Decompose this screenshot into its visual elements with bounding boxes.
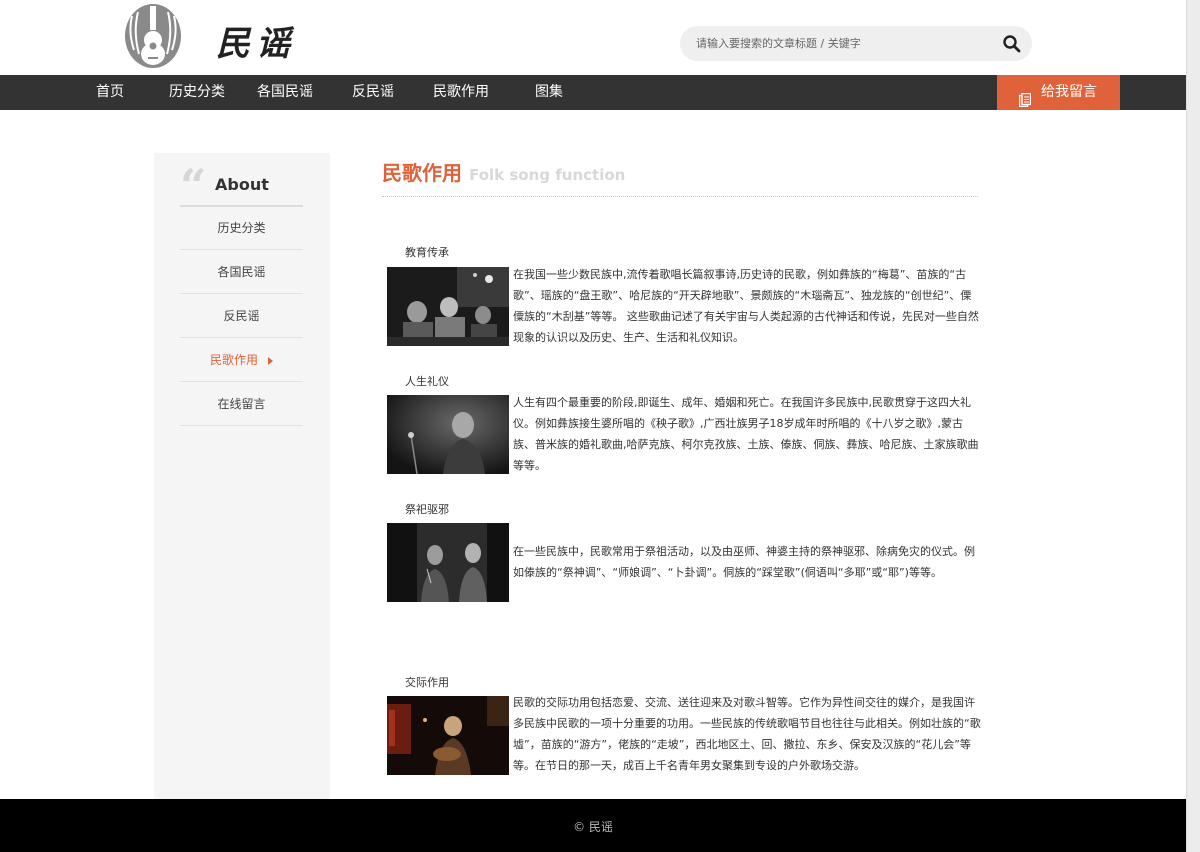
main-nav: 首页 历史分类 各国民谣 反民谣 民歌作用 图集 给我留言 xyxy=(0,75,1186,110)
page-title-en: Folk song function xyxy=(469,166,626,184)
section-text: 人生有四个最重要的阶段,即诞生、成年、婚姻和死亡。在我国许多民族中,民歌贯穿于这… xyxy=(513,396,979,472)
sidebar-item-function[interactable]: 民歌作用 xyxy=(180,338,303,382)
page-scrollbar[interactable] xyxy=(1186,0,1200,852)
sidebar-item-anti-folk[interactable]: 反民谣 xyxy=(180,294,303,338)
section-title: 交际作用 xyxy=(405,676,449,689)
page-title: 民歌作用 Folk song function xyxy=(382,157,625,186)
nav-item-countries[interactable]: 各国民谣 xyxy=(257,75,313,110)
nav-item-history[interactable]: 历史分类 xyxy=(169,75,225,110)
sidebar: “ About 历史分类 各国民谣 反民谣 民歌作用 在线留言 xyxy=(154,153,330,799)
sidebar-item-label: 反民谣 xyxy=(223,309,260,323)
sidebar-item-label: 在线留言 xyxy=(217,397,266,411)
guitar-logo-icon[interactable] xyxy=(124,2,182,68)
sidebar-item-history[interactable]: 历史分类 xyxy=(180,206,303,250)
site-footer: © 民谣 xyxy=(0,799,1186,852)
section-photo xyxy=(387,267,509,346)
title-divider xyxy=(382,196,978,197)
site-header: 民谣 xyxy=(0,0,1186,75)
section-title: 祭祀驱邪 xyxy=(405,503,449,516)
section-text: 民歌的交际功用包括恋爱、交流、送往迎来及对歌斗智等。它作为异性间交往的媒介，是我… xyxy=(513,696,981,772)
leave-message-button[interactable]: 给我留言 xyxy=(997,75,1120,110)
copyright-text: © 民谣 xyxy=(573,820,613,834)
sidebar-item-label: 历史分类 xyxy=(217,221,266,235)
search-input[interactable] xyxy=(696,26,996,61)
quote-icon: “ xyxy=(180,159,207,213)
sidebar-title: About xyxy=(215,175,269,194)
section-title: 人生礼仪 xyxy=(405,375,449,388)
section-title: 教育传承 xyxy=(405,246,449,259)
sidebar-item-countries[interactable]: 各国民谣 xyxy=(180,250,303,294)
sidebar-item-message[interactable]: 在线留言 xyxy=(180,382,303,426)
nav-item-home[interactable]: 首页 xyxy=(96,75,124,110)
sidebar-item-label: 各国民谣 xyxy=(217,265,266,279)
search-bar xyxy=(680,26,1032,61)
section-photo xyxy=(387,696,509,775)
section-photo xyxy=(387,523,509,602)
page-title-cn: 民歌作用 xyxy=(382,161,462,185)
caret-right-icon xyxy=(268,356,273,365)
nav-item-anti-folk[interactable]: 反民谣 xyxy=(352,75,394,110)
search-icon[interactable] xyxy=(1002,34,1022,54)
nav-item-function[interactable]: 民歌作用 xyxy=(433,75,489,110)
section-photo xyxy=(387,395,509,474)
section-text: 在我国一些少数民族中,流传着歌唱长篇叙事诗,历史诗的民歌，例如彝族的“梅葛”、苗… xyxy=(513,268,979,344)
section-text: 在一些民族中，民歌常用于祭祖活动，以及由巫师、神婆主持的祭神驱邪、除病免灾的仪式… xyxy=(513,545,975,579)
document-icon xyxy=(1018,86,1032,108)
leave-message-label: 给我留言 xyxy=(1041,84,1097,100)
nav-item-gallery[interactable]: 图集 xyxy=(535,75,563,110)
site-logo-text[interactable]: 民谣 xyxy=(216,16,296,65)
sidebar-item-label: 民歌作用 xyxy=(209,353,258,367)
